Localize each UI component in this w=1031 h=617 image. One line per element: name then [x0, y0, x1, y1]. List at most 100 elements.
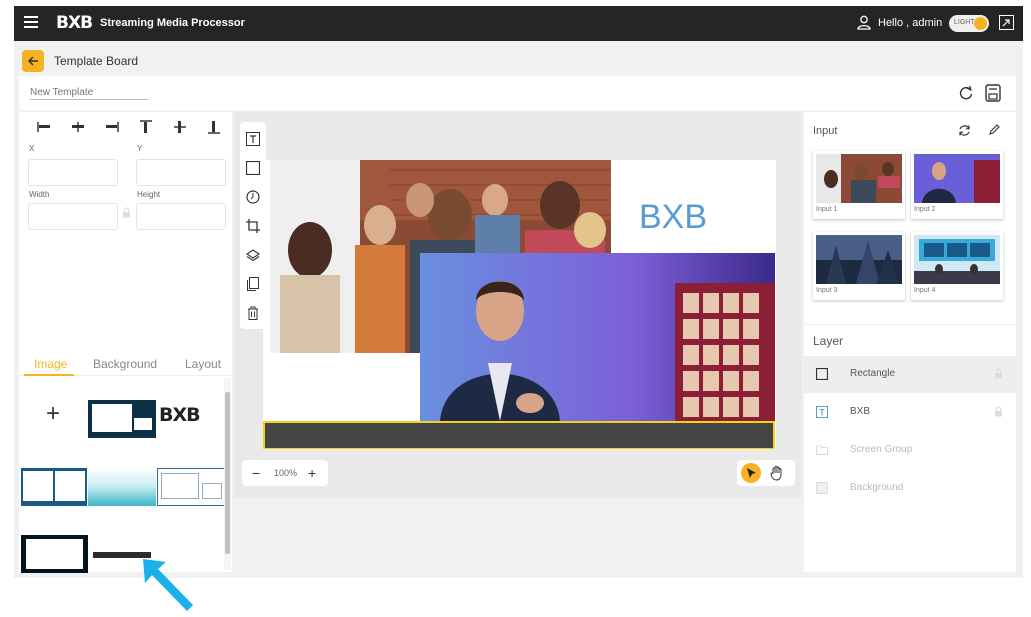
tab-background[interactable]: Background	[93, 357, 157, 371]
arrow-left-icon	[27, 56, 38, 66]
hand-icon[interactable]	[770, 465, 784, 481]
layer-item-screen-group[interactable]: Screen Group	[804, 432, 1016, 469]
input-1-graphic	[816, 154, 902, 203]
zoom-in-button[interactable]: +	[308, 465, 316, 481]
expand-arrow-icon	[1002, 19, 1010, 27]
library-tabs: Image Background Layout	[19, 352, 232, 376]
thumb-panel	[202, 483, 222, 499]
app-window: BXB Streaming Media Processor Hello , ad…	[14, 6, 1023, 578]
template-name-input[interactable]	[30, 87, 148, 100]
layer-item-background[interactable]: Background	[804, 470, 1016, 507]
width-field[interactable]	[28, 203, 118, 230]
height-field[interactable]	[136, 203, 226, 230]
align-center-h-icon[interactable]	[71, 120, 85, 134]
rectangle-layer[interactable]	[263, 421, 775, 449]
input-3-graphic	[816, 235, 902, 284]
zoom-control: − 100% +	[242, 460, 328, 486]
canvas-area: BXB − 100% +	[234, 112, 802, 498]
layer-panel-title: Layer	[813, 334, 844, 348]
thumb-panel	[23, 471, 53, 501]
input-card-1[interactable]: Input 1	[813, 151, 905, 219]
lock-icon[interactable]	[994, 368, 1003, 379]
input-3-label: Input 3	[816, 287, 838, 294]
tab-image[interactable]: Image	[34, 357, 67, 371]
input-1-label: Input 1	[816, 206, 838, 213]
theme-toggle-label: LIGHT	[954, 19, 975, 26]
image-thumb-4[interactable]	[88, 468, 156, 506]
page-title: Template Board	[54, 54, 139, 68]
layer-name: BXB	[850, 406, 871, 417]
lock-icon[interactable]	[994, 406, 1003, 417]
y-field[interactable]	[136, 159, 226, 186]
pointer-mode-button[interactable]	[741, 463, 761, 483]
width-label: Width	[29, 190, 50, 199]
refresh-icon[interactable]	[958, 85, 974, 101]
edit-icon[interactable]	[988, 124, 1000, 136]
align-left-icon[interactable]	[37, 120, 51, 134]
back-button[interactable]	[22, 50, 44, 72]
image-thumb-1[interactable]	[88, 400, 156, 438]
delete-tool-icon[interactable]	[246, 306, 260, 320]
rectangle-tool-icon[interactable]	[246, 161, 260, 175]
top-bar: BXB Streaming Media Processor Hello , ad…	[14, 6, 1023, 41]
layer-name: Background	[850, 482, 904, 493]
align-bottom-icon[interactable]	[207, 120, 221, 134]
input-card-2[interactable]: Input 2	[911, 151, 1003, 219]
layer-item-rectangle[interactable]: Rectangle	[804, 356, 1016, 393]
image-thumb-3[interactable]	[21, 468, 87, 506]
input-card-3[interactable]: Input 3	[813, 232, 905, 300]
input-2-preview	[914, 154, 1000, 203]
text-tool-icon[interactable]	[246, 132, 260, 146]
layer-panel-header: Layer	[804, 324, 1016, 354]
input-4-graphic	[914, 235, 1000, 284]
text-icon	[816, 406, 828, 418]
layer-item-bxb[interactable]: BXB	[804, 394, 1016, 431]
scrollbar-thumb[interactable]	[225, 392, 230, 554]
image-thumb-6[interactable]	[21, 535, 88, 573]
thumb-panel	[55, 471, 85, 501]
image-thumb-5[interactable]	[157, 468, 225, 506]
align-middle-v-icon[interactable]	[173, 120, 187, 134]
template-stage[interactable]: BXB	[263, 160, 776, 449]
cursor-icon	[747, 468, 756, 478]
template-name-bar	[19, 76, 1016, 110]
theme-toggle[interactable]: LIGHT	[949, 15, 989, 32]
user-icon[interactable]	[857, 15, 871, 30]
height-label: Height	[137, 190, 161, 199]
input-4-preview	[914, 235, 1000, 284]
layers-tool-icon[interactable]	[246, 248, 260, 262]
rectangle-icon	[816, 368, 828, 380]
active-tab-indicator	[24, 374, 74, 376]
tab-layout[interactable]: Layout	[185, 357, 221, 371]
greeting-text: Hello , admin	[878, 17, 943, 29]
sync-icon[interactable]	[958, 124, 971, 137]
x-field[interactable]	[28, 159, 118, 186]
input-card-4[interactable]: Input 4	[911, 232, 1003, 300]
mode-toggle	[737, 460, 795, 486]
x-label: X	[29, 144, 35, 153]
align-top-icon[interactable]	[139, 120, 153, 134]
input-1-preview	[816, 154, 902, 203]
layer-name: Screen Group	[850, 444, 913, 455]
menu-icon[interactable]	[24, 16, 38, 28]
logo-thumb[interactable]: BXB	[159, 404, 225, 432]
image-icon	[816, 482, 828, 494]
brand-logo: BXB	[56, 13, 93, 33]
copy-tool-icon[interactable]	[246, 277, 260, 291]
zoom-out-button[interactable]: −	[252, 465, 260, 481]
y-label: Y	[137, 144, 143, 153]
speaker-image[interactable]	[420, 253, 775, 421]
text-layer-bxb[interactable]: BXB	[639, 198, 707, 237]
left-panel: X Y Width Height Image Background Layout…	[19, 112, 232, 573]
library-scrollbar[interactable]	[224, 378, 231, 570]
clock-tool-icon[interactable]	[246, 190, 260, 204]
fullscreen-icon[interactable]	[999, 15, 1014, 30]
add-image-button[interactable]: +	[46, 400, 60, 428]
zoom-level: 100%	[274, 468, 298, 478]
save-icon[interactable]	[985, 84, 1001, 102]
align-right-icon[interactable]	[105, 120, 119, 134]
logo-thumb-text: BXB	[159, 404, 201, 426]
aspect-lock-icon[interactable]	[122, 207, 131, 218]
thumb-panel	[92, 404, 132, 432]
crop-tool-icon[interactable]	[246, 219, 260, 233]
